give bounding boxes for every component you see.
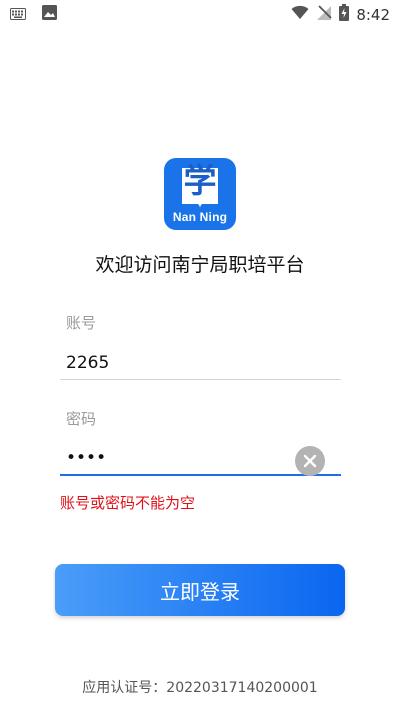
app-logo: 学 Nan Ning (164, 158, 236, 230)
welcome-title: 欢迎访问南宁局职培平台 (95, 254, 305, 276)
clear-password-button[interactable] (295, 446, 325, 476)
logo-text: Nan Ning (172, 210, 228, 224)
error-message: 账号或密码不能为空 (60, 494, 196, 512)
certification-number: 20220317140200001 (166, 680, 318, 696)
app-certification: 应用认证号：20220317140200001 (0, 677, 400, 697)
status-right-icons: 8:42 (291, 4, 390, 25)
battery-charging-icon (339, 4, 350, 25)
logo-character: 学 (183, 161, 217, 200)
image-icon (42, 5, 57, 24)
password-label: 密码 (66, 410, 97, 428)
login-button-label: 立即登录 (160, 579, 240, 604)
no-signal-icon (316, 4, 332, 25)
wifi-icon (291, 5, 309, 24)
close-icon (303, 454, 317, 468)
login-button[interactable]: 立即登录 (55, 564, 345, 616)
status-left-icons (10, 5, 57, 24)
status-time: 8:42 (356, 5, 390, 24)
account-input[interactable] (60, 346, 341, 380)
certification-label: 应用认证号： (82, 680, 167, 696)
account-label: 账号 (66, 314, 97, 332)
keyboard-icon (10, 5, 26, 24)
status-bar: 8:42 (0, 0, 400, 26)
